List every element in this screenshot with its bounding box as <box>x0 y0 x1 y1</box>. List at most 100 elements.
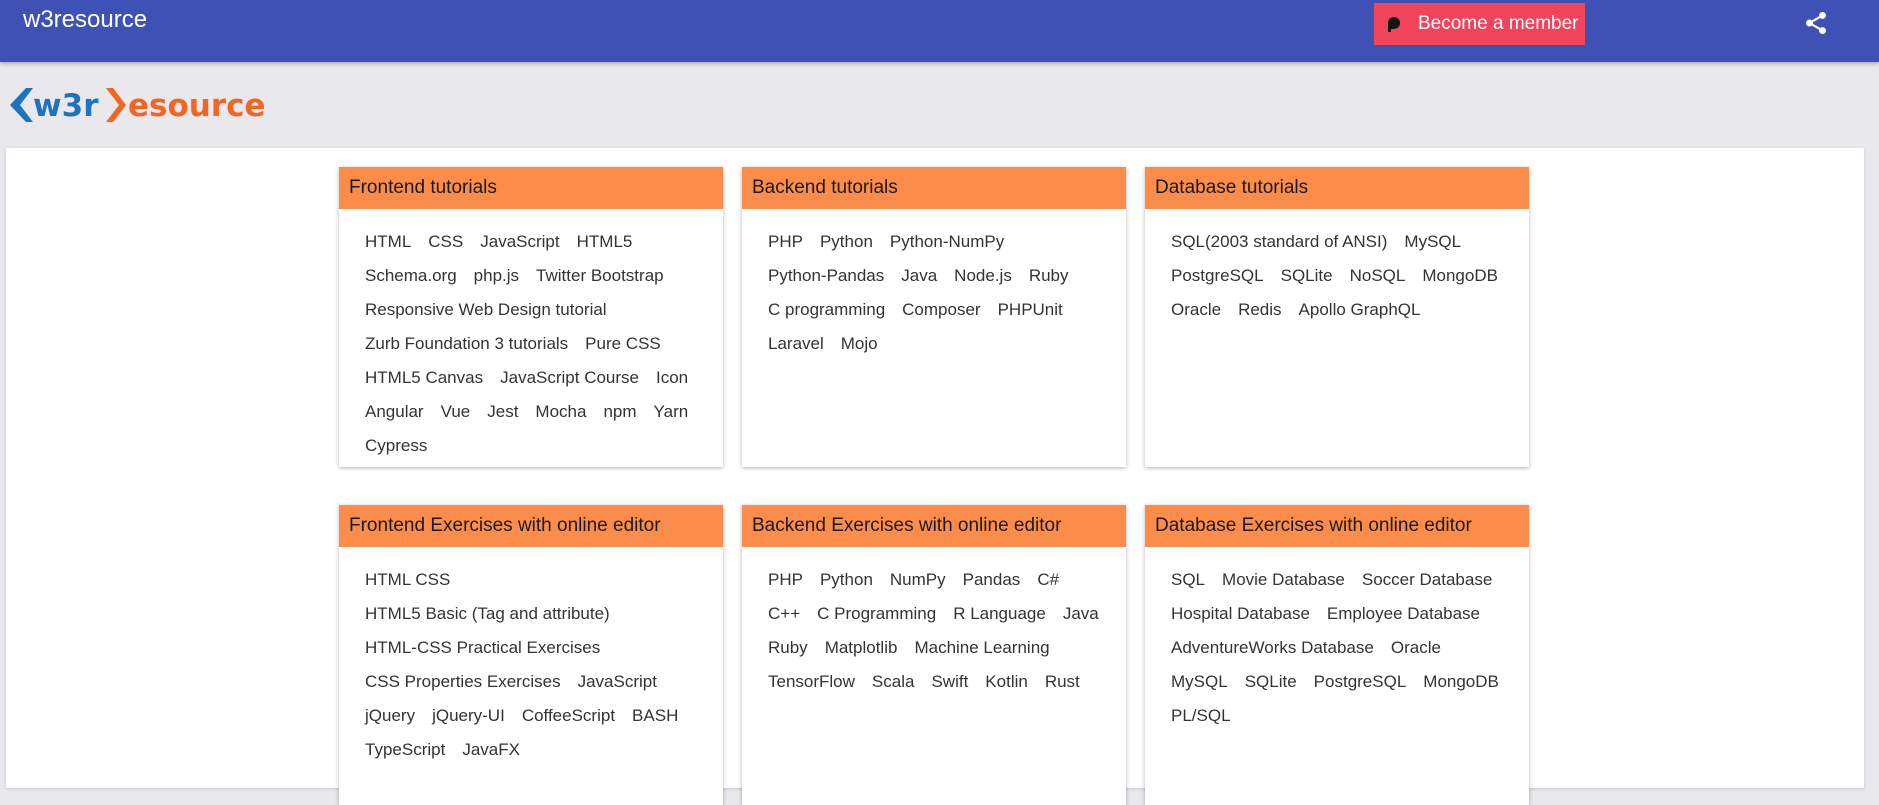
tutorial-link[interactable]: Laravel <box>768 334 824 354</box>
tutorial-link[interactable]: Pure CSS <box>585 334 661 354</box>
tutorial-link[interactable]: Swift <box>931 672 968 692</box>
tutorial-link[interactable]: HTML CSS <box>365 570 450 590</box>
card-database-exercises: Database Exercises with online editor SQ… <box>1145 505 1529 805</box>
card-links: HTML CSS JavaScript HTML5 Schema.org php.js Tw… <box>339 209 723 469</box>
link-row: C programming Composer PHPUnit <box>768 293 1104 327</box>
tutorial-link[interactable]: Movie Database <box>1222 570 1345 590</box>
tutorial-link[interactable]: Java <box>901 266 937 286</box>
tutorial-link[interactable]: Java <box>1063 604 1099 624</box>
tutorial-link[interactable]: Hospital Database <box>1171 604 1310 624</box>
tutorial-link[interactable]: Redis <box>1238 300 1281 320</box>
tutorial-link[interactable]: Node.js <box>954 266 1012 286</box>
tutorial-link[interactable]: SQLite <box>1281 266 1333 286</box>
tutorial-link[interactable]: MySQL <box>1171 672 1228 692</box>
tutorial-link[interactable]: Responsive Web Design tutorial <box>365 300 607 320</box>
tutorial-link[interactable]: Python <box>820 570 873 590</box>
tutorial-link[interactable]: MySQL <box>1404 232 1461 252</box>
tutorial-link[interactable]: Pandas <box>963 570 1021 590</box>
tutorial-link[interactable]: MongoDB <box>1422 266 1498 286</box>
tutorial-link[interactable]: HTML <box>365 232 411 252</box>
tutorial-link[interactable]: HTML5 Canvas <box>365 368 483 388</box>
link-row: Responsive Web Design tutorial <box>365 293 701 327</box>
tutorial-link[interactable]: HTML5 Basic (Tag and attribute) <box>365 604 610 624</box>
link-row: Oracle Redis Apollo GraphQL <box>1171 293 1507 327</box>
tutorial-link[interactable]: MongoDB <box>1423 672 1499 692</box>
tutorial-link[interactable]: Cypress <box>365 436 427 456</box>
share-icon[interactable] <box>1803 10 1829 36</box>
tutorial-link[interactable]: Soccer Database <box>1362 570 1492 590</box>
tutorial-link[interactable]: JavaScript Course <box>500 368 639 388</box>
tutorial-link[interactable]: Zurb Foundation 3 tutorials <box>365 334 568 354</box>
tutorial-link[interactable]: Oracle <box>1171 300 1221 320</box>
tutorial-link[interactable]: Machine Learning <box>914 638 1049 658</box>
tutorial-link[interactable]: Oracle <box>1391 638 1441 658</box>
tutorial-link[interactable]: Schema.org <box>365 266 457 286</box>
tutorial-link[interactable]: CSS <box>428 232 463 252</box>
tutorial-link[interactable]: SQL(2003 standard of ANSI) <box>1171 232 1387 252</box>
tutorial-link[interactable]: Angular <box>365 402 424 422</box>
tutorial-link[interactable]: JavaFX <box>462 740 520 760</box>
tutorial-link[interactable]: TypeScript <box>365 740 445 760</box>
card-title: Frontend Exercises with online editor <box>339 505 723 547</box>
tutorial-link[interactable]: C Programming <box>817 604 936 624</box>
tutorial-link[interactable]: Composer <box>902 300 980 320</box>
tutorial-link[interactable]: Twitter Bootstrap <box>536 266 664 286</box>
tutorial-link[interactable]: R Language <box>953 604 1046 624</box>
tutorial-link[interactable]: HTML5 <box>577 232 633 252</box>
tutorial-link[interactable]: jQuery-UI <box>432 706 505 726</box>
tutorial-link[interactable]: C++ <box>768 604 800 624</box>
tutorial-link[interactable]: php.js <box>474 266 519 286</box>
tutorial-link[interactable]: PHPUnit <box>998 300 1063 320</box>
link-row: HTML5 Basic (Tag and attribute) <box>365 597 701 631</box>
tutorial-link[interactable]: JavaScript <box>578 672 657 692</box>
tutorial-link[interactable]: Mojo <box>841 334 878 354</box>
link-row: SQL(2003 standard of ANSI) MySQL <box>1171 225 1507 259</box>
tutorial-link[interactable]: Python-NumPy <box>890 232 1004 252</box>
tutorial-link[interactable]: jQuery <box>365 706 415 726</box>
link-row: AdventureWorks Database Oracle <box>1171 631 1507 665</box>
card-frontend-tutorials: Frontend tutorials HTML CSS JavaScript HTML… <box>339 167 723 467</box>
tutorial-link[interactable]: Rust <box>1045 672 1080 692</box>
tutorial-link[interactable]: Vue <box>441 402 471 422</box>
card-links: PHP Python NumPy Pandas C# C++ C Programming R … <box>742 547 1126 705</box>
logo-left-bracket <box>10 88 33 122</box>
tutorial-link[interactable]: Yarn <box>654 402 689 422</box>
tutorial-link[interactable]: PHP <box>768 232 803 252</box>
site-title[interactable]: w3resource <box>23 6 147 34</box>
tutorial-link[interactable]: NumPy <box>890 570 946 590</box>
tutorial-link[interactable]: AdventureWorks Database <box>1171 638 1374 658</box>
tutorial-link[interactable]: Mocha <box>535 402 586 422</box>
tutorial-link[interactable]: NoSQL <box>1350 266 1406 286</box>
tutorial-link[interactable]: Ruby <box>768 638 808 658</box>
tutorial-link[interactable]: PostgreSQL <box>1314 672 1407 692</box>
tutorial-link[interactable]: TensorFlow <box>768 672 855 692</box>
tutorial-link[interactable]: JavaScript <box>480 232 559 252</box>
tutorial-link[interactable]: Ruby <box>1029 266 1069 286</box>
tutorial-link[interactable]: Python-Pandas <box>768 266 884 286</box>
tutorial-link[interactable]: Kotlin <box>985 672 1028 692</box>
tutorial-link[interactable]: HTML-CSS Practical Exercises <box>365 638 600 658</box>
tutorial-link[interactable]: Scala <box>872 672 915 692</box>
tutorial-link[interactable]: C# <box>1037 570 1059 590</box>
tutorial-link[interactable]: Employee Database <box>1327 604 1480 624</box>
tutorial-link[interactable]: Python <box>820 232 873 252</box>
tutorial-link[interactable]: Icon <box>656 368 688 388</box>
become-member-button[interactable]: Become a member <box>1374 3 1585 45</box>
w3resource-logo[interactable]: w3r esource <box>6 82 268 128</box>
tutorial-link[interactable]: BASH <box>632 706 678 726</box>
tutorial-link[interactable]: Matplotlib <box>825 638 898 658</box>
tutorial-link[interactable]: Apollo GraphQL <box>1299 300 1421 320</box>
tutorial-link[interactable]: SQLite <box>1245 672 1297 692</box>
tutorial-link[interactable]: CoffeeScript <box>522 706 615 726</box>
tutorial-link[interactable]: PostgreSQL <box>1171 266 1264 286</box>
tutorial-link[interactable]: SQL <box>1171 570 1205 590</box>
tutorial-link[interactable]: PHP <box>768 570 803 590</box>
tutorial-link[interactable]: C programming <box>768 300 885 320</box>
tutorial-link[interactable]: npm <box>603 402 636 422</box>
tutorial-link[interactable]: PL/SQL <box>1171 706 1231 726</box>
card-title: Backend tutorials <box>742 167 1126 209</box>
tutorial-link[interactable]: CSS Properties Exercises <box>365 672 561 692</box>
tutorial-link[interactable]: Jest <box>487 402 518 422</box>
card-links: SQL(2003 standard of ANSI) MySQL PostgreSQ… <box>1145 209 1529 333</box>
card-links: SQL Movie Database Soccer Database Hospital… <box>1145 547 1529 739</box>
